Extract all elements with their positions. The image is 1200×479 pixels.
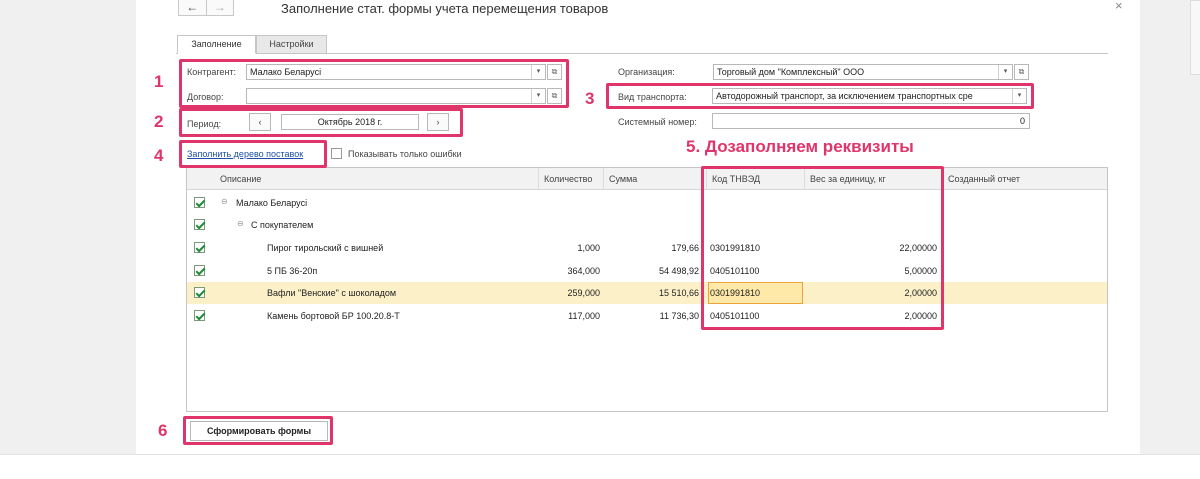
page-title: Заполнение стат. формы учета перемещения…: [281, 1, 609, 16]
forward-button[interactable]: →: [205, 0, 234, 15]
row-quantity: 117,000: [568, 311, 600, 321]
col-weight[interactable]: Вес за единицу, кг: [804, 168, 942, 190]
contract-field[interactable]: ▾: [246, 88, 546, 104]
row-checkbox[interactable]: [194, 265, 205, 276]
generate-forms-button[interactable]: Сформировать формы: [190, 421, 328, 441]
annotation-6: 6: [158, 421, 168, 440]
row-checkbox[interactable]: [194, 219, 205, 230]
contract-label: Договор:: [187, 92, 224, 102]
row-description: Пирог тирольский с вишней: [267, 243, 384, 253]
row-sum: 11 736,30: [659, 311, 699, 321]
row-weight[interactable]: 2,00000: [804, 282, 937, 304]
table-row[interactable]: 5 ПБ 36-20п 364,000 54 498,92 0405101100…: [187, 260, 1107, 282]
group-name: С покупателем: [251, 220, 314, 230]
row-tnved[interactable]: 0301991810: [710, 282, 760, 304]
only-errors-checkbox[interactable]: [331, 148, 342, 159]
col-report[interactable]: Созданный отчет: [942, 168, 1107, 190]
chevron-down-icon[interactable]: ▾: [1012, 89, 1026, 103]
transport-field[interactable]: Автодорожный транспорт, за исключением т…: [712, 88, 1027, 104]
tree-collapse-icon[interactable]: ⊖: [237, 220, 245, 228]
period-next-button[interactable]: ›: [427, 113, 449, 131]
window-scrollbar[interactable]: [1190, 0, 1200, 75]
org-label: Организация:: [618, 67, 675, 77]
period-prev-button[interactable]: ‹: [249, 113, 271, 131]
table-row-selected[interactable]: Вафли "Венские" с шоколадом 259,000 15 5…: [187, 282, 1107, 304]
counterparty-label: Контрагент:: [187, 67, 237, 77]
period-label: Период:: [187, 119, 222, 129]
counterparty-value: Малако Беларусі: [250, 67, 322, 77]
table-row[interactable]: Камень бортовой БР 100.20.8-Т 117,000 11…: [187, 305, 1107, 327]
row-description: Вафли "Венские" с шоколадом: [267, 288, 397, 298]
sysnum-label: Системный номер:: [618, 117, 697, 127]
row-checkbox[interactable]: [194, 287, 205, 298]
transport-value: Автодорожный транспорт, за исключением т…: [716, 91, 973, 101]
group-name: Малако Беларусі: [236, 198, 308, 208]
row-tnved[interactable]: 0405101100: [710, 260, 759, 282]
chevron-down-icon[interactable]: ▾: [531, 89, 545, 103]
row-description: Камень бортовой БР 100.20.8-Т: [267, 311, 400, 321]
row-weight[interactable]: 5,00000: [804, 260, 937, 282]
row-quantity: 1,000: [577, 243, 600, 253]
row-tnved[interactable]: 0405101100: [710, 305, 759, 327]
tab-settings[interactable]: Настройки: [256, 35, 327, 54]
annotation-3: 3: [585, 89, 595, 108]
row-checkbox[interactable]: [194, 310, 205, 321]
table-header: Описание Количество Сумма Код ТНВЭД Вес …: [187, 168, 1107, 190]
tab-filling[interactable]: Заполнение: [177, 35, 256, 54]
row-weight[interactable]: 22,00000: [804, 237, 937, 259]
row-sum: 54 498,92: [658, 266, 699, 276]
chevron-down-icon[interactable]: ▾: [531, 65, 545, 79]
goods-table: Описание Количество Сумма Код ТНВЭД Вес …: [186, 167, 1108, 412]
contract-open-icon[interactable]: ⧉: [547, 88, 562, 104]
row-description: 5 ПБ 36-20п: [267, 266, 318, 276]
counterparty-field[interactable]: Малако Беларусі ▾: [246, 64, 546, 80]
tab-divider: [176, 53, 1108, 54]
footer-band: [0, 454, 1200, 479]
back-button[interactable]: ←: [179, 0, 206, 15]
row-weight[interactable]: 2,00000: [804, 305, 937, 327]
row-sum: 15 510,66: [658, 288, 699, 298]
org-value: Торговый дом "Комплексный" ООО: [717, 67, 865, 77]
counterparty-open-icon[interactable]: ⧉: [547, 64, 562, 80]
annotation-2: 2: [154, 112, 164, 131]
row-sum: 179,66: [671, 243, 699, 253]
row-checkbox[interactable]: [194, 242, 205, 253]
org-field[interactable]: Торговый дом "Комплексный" ООО ▾: [713, 64, 1013, 80]
col-sum[interactable]: Сумма: [603, 168, 706, 190]
col-description[interactable]: Описание: [215, 168, 261, 190]
sysnum-field[interactable]: 0: [712, 113, 1030, 129]
fill-tree-link[interactable]: Заполнить дерево поставок: [187, 149, 303, 159]
table-row[interactable]: Пирог тирольский с вишней 1,000 179,66 0…: [187, 237, 1107, 259]
col-tnved[interactable]: Код ТНВЭД: [706, 168, 804, 190]
org-open-icon[interactable]: ⧉: [1014, 64, 1029, 80]
only-errors-label: Показывать только ошибки: [348, 149, 462, 159]
transport-label: Вид транспорта:: [618, 92, 687, 102]
annotation-4: 4: [154, 146, 164, 165]
annotation-5: 5. Дозаполняем реквизиты: [686, 137, 914, 156]
table-row-group1[interactable]: ⊖ Малако Беларусі: [187, 192, 1107, 214]
close-icon[interactable]: ×: [1115, 0, 1123, 13]
period-field[interactable]: Октябрь 2018 г.: [281, 114, 419, 130]
row-quantity: 259,000: [567, 288, 600, 298]
row-tnved[interactable]: 0301991810: [710, 237, 760, 259]
tree-collapse-icon[interactable]: ⊖: [221, 198, 229, 206]
nav-buttons: ← →: [178, 0, 234, 16]
table-row-group2[interactable]: ⊖ С покупателем: [187, 214, 1107, 236]
row-checkbox[interactable]: [194, 197, 205, 208]
annotation-1: 1: [154, 72, 164, 91]
row-quantity: 364,000: [567, 266, 600, 276]
col-quantity[interactable]: Количество: [538, 168, 603, 190]
chevron-down-icon[interactable]: ▾: [998, 65, 1012, 79]
